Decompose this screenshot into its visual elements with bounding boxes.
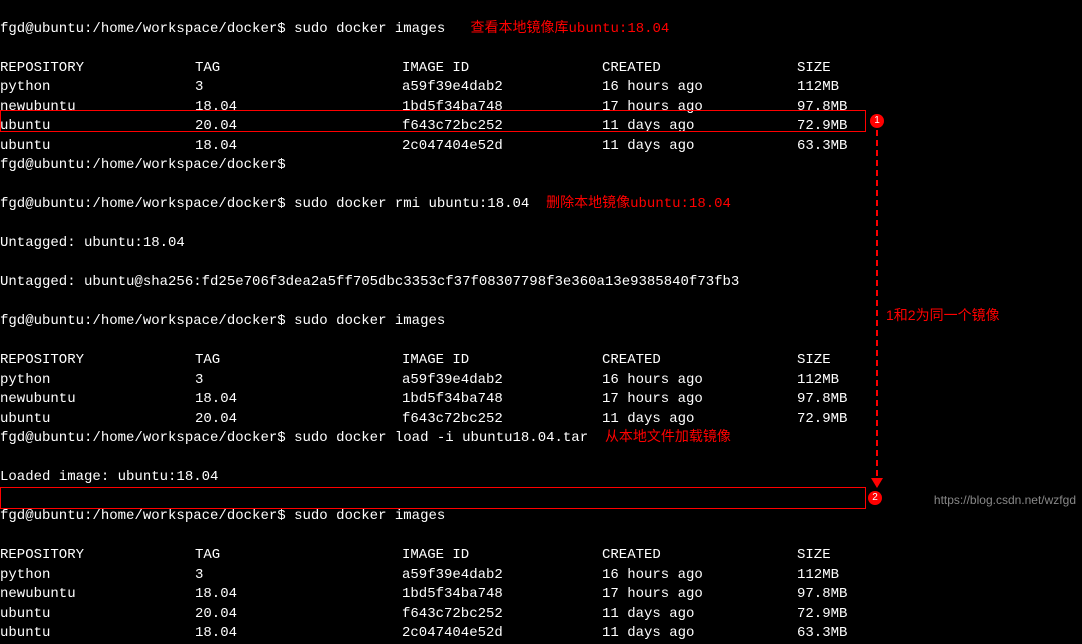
cmd-line-2: fgd@ubuntu:/home/workspace/docker$ sudo … <box>0 195 1082 215</box>
table-row: python3a59f39e4dab216 hours ago112MB <box>0 371 1082 391</box>
table-row: ubuntu18.042c047404e52d11 days ago63.3MB <box>0 137 1082 157</box>
output-loaded: Loaded image: ubuntu:18.04 <box>0 468 1082 488</box>
table-header: REPOSITORYTAGIMAGE IDCREATEDSIZE <box>0 351 1082 371</box>
table-row: newubuntu18.041bd5f34ba74817 hours ago97… <box>0 98 1082 118</box>
annotation-load-file: 从本地文件加载镜像 <box>605 430 731 446</box>
prompt-line: fgd@ubuntu:/home/workspace/docker$ <box>0 156 1082 176</box>
table-row: newubuntu18.041bd5f34ba74817 hours ago97… <box>0 585 1082 605</box>
annotation-view-local: 查看本地镜像库ubuntu:18.04 <box>471 21 670 37</box>
header-created: CREATED <box>602 59 797 79</box>
badge-1-icon: 1 <box>870 114 884 128</box>
header-tag: TAG <box>195 59 402 79</box>
table-row: newubuntu18.041bd5f34ba74817 hours ago97… <box>0 390 1082 410</box>
arrow-line-icon <box>876 130 878 486</box>
table-row: ubuntu20.04f643c72bc25211 days ago72.9MB <box>0 117 1082 137</box>
command-text: sudo docker images <box>294 508 445 524</box>
cmd-line-4: fgd@ubuntu:/home/workspace/docker$ sudo … <box>0 429 1082 449</box>
cmd-line-1: fgd@ubuntu:/home/workspace/docker$ sudo … <box>0 20 1082 40</box>
output-untagged: Untagged: ubuntu:18.04 <box>0 234 1082 254</box>
table-row: ubuntu20.04f643c72bc25211 days ago72.9MB <box>0 605 1082 625</box>
table-row: python3a59f39e4dab216 hours ago112MB <box>0 78 1082 98</box>
command-text: sudo docker load -i ubuntu18.04.tar <box>294 430 588 446</box>
cmd-line-5: fgd@ubuntu:/home/workspace/docker$ sudo … <box>0 507 1082 527</box>
badge-2-icon: 2 <box>868 491 882 505</box>
arrow-head-icon <box>871 478 883 488</box>
table-row: ubuntu18.042c047404e52d11 days ago63.3MB <box>0 624 1082 644</box>
output-untagged-sha: Untagged: ubuntu@sha256:fd25e706f3dea2a5… <box>0 273 1082 293</box>
command-text: sudo docker rmi ubuntu:18.04 <box>294 196 529 212</box>
prompt: fgd@ubuntu:/home/workspace/docker$ <box>0 21 286 37</box>
command-text: sudo docker images <box>294 21 445 37</box>
header-image-id: IMAGE ID <box>402 59 602 79</box>
table-header: REPOSITORYTAGIMAGE IDCREATEDSIZE <box>0 59 1082 79</box>
annotation-delete-local: 删除本地镜像ubuntu:18.04 <box>546 196 731 212</box>
header-repo: REPOSITORY <box>0 59 195 79</box>
annotation-same-image: 1和2为同一个镜像 <box>886 306 1000 326</box>
table-header: REPOSITORYTAGIMAGE IDCREATEDSIZE <box>0 546 1082 566</box>
command-text: sudo docker images <box>294 313 445 329</box>
table-row: python3a59f39e4dab216 hours ago112MB <box>0 566 1082 586</box>
watermark-text: https://blog.csdn.net/wzfgd <box>934 491 1076 511</box>
table-row: ubuntu20.04f643c72bc25211 days ago72.9MB <box>0 410 1082 430</box>
header-size: SIZE <box>797 59 831 79</box>
